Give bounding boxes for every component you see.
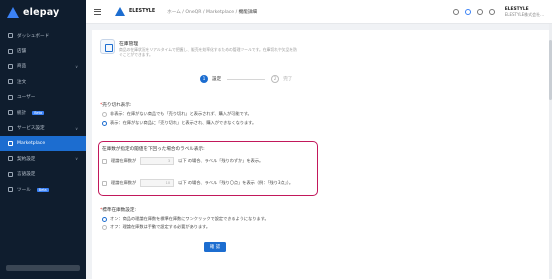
- sidebar-item-orders[interactable]: 注文: [0, 74, 86, 89]
- header-actions: ELESTYLE ELESTYLE株式会社...: [452, 0, 544, 24]
- contract-icon: [8, 156, 13, 162]
- standard-option-off[interactable]: オフ：理論在庫数は手動で設定する必要があります。: [102, 224, 210, 230]
- breadcrumb-marketplace[interactable]: Marketplace: [206, 10, 234, 15]
- chevron-down-icon: ∨: [75, 156, 78, 162]
- sidebar-item-products[interactable]: 商品 ∨: [0, 59, 86, 74]
- store-icon: [8, 48, 13, 54]
- user-company: ELESTYLE株式会社...: [504, 12, 544, 17]
- sidebar-item-label: 言語設定: [17, 172, 36, 178]
- sidebar-item-stats[interactable]: 統計 Beta: [0, 105, 86, 120]
- step-1-label: 設定: [212, 77, 222, 82]
- sidebar-item-label: 統計: [17, 110, 27, 116]
- brand-logo-icon: [115, 7, 125, 16]
- logo[interactable]: elepay: [0, 0, 86, 24]
- clock-icon[interactable]: [452, 9, 459, 15]
- sidebar-item-store[interactable]: 店舗: [0, 43, 86, 58]
- top-header: ELESTYLE ホーム / OneQR / Marketplace / 機能詳…: [86, 0, 552, 24]
- settings-icon: [8, 125, 13, 131]
- app-title: 在庫管理: [119, 42, 139, 47]
- sidebar-item-tools[interactable]: ツール Beta: [0, 182, 86, 197]
- chart-icon: [8, 110, 13, 116]
- sidebar-item-label: 契約設定: [17, 156, 36, 162]
- breadcrumb-oneqr[interactable]: OneQR: [185, 10, 201, 15]
- sidebar: elepay ダッシュボード 店舗 商品 ∨ 注文 ユーザー 統計 Beta サービ…: [0, 0, 86, 279]
- step-indicator: 1 設定 2 完了: [200, 75, 292, 83]
- standard-option-on[interactable]: オン：商品の理論在庫数を標準在庫数にワンクリックで設定できるようになります。: [102, 216, 269, 222]
- sidebar-item-label: 商品: [17, 64, 27, 70]
- sidebar-item-language[interactable]: 言語設定: [0, 167, 86, 182]
- step-1-dot: 1: [200, 75, 208, 83]
- inventory-app-icon: [100, 39, 115, 54]
- breadcrumb-current: 機能詳細: [238, 9, 258, 15]
- sidebar-item-service-settings[interactable]: サービス設定 ∨: [0, 120, 86, 135]
- order-icon: [8, 79, 13, 85]
- standard-stock-label: *標準在庫数設定:: [100, 208, 137, 213]
- chevron-down-icon: ∨: [75, 125, 78, 131]
- user-icon: [8, 94, 13, 100]
- confirm-button[interactable]: 確 認: [204, 242, 226, 252]
- radio-show[interactable]: [102, 120, 107, 126]
- breadcrumb-home[interactable]: ホーム: [167, 10, 181, 15]
- beta-badge: Beta: [32, 110, 45, 115]
- sold-out-option-hide-text: 非表示：在庫がない商品でも「売り切れ」と表示されず、購入が可能です。: [110, 111, 252, 116]
- sidebar-item-label: 店舗: [17, 49, 27, 55]
- user-info[interactable]: ELESTYLE ELESTYLE株式会社...: [505, 7, 544, 17]
- sold-out-label: *売り切れ表示:: [100, 103, 132, 108]
- breadcrumb-separator: /: [235, 9, 238, 15]
- step-2-label: 完了: [283, 77, 293, 82]
- step-2-dot: 2: [271, 75, 280, 83]
- user-avatar-icon[interactable]: [488, 9, 495, 15]
- standard-option-on-text: オン：商品の理論在庫数を標準在庫数にワンクリックで設定できるようになります。: [110, 216, 269, 221]
- logo-mark-icon: [7, 6, 19, 18]
- menu-toggle-icon[interactable]: [94, 8, 101, 15]
- radio-hide[interactable]: [102, 111, 107, 117]
- globe-icon: [8, 171, 13, 177]
- sidebar-item-label: ツール: [17, 187, 31, 193]
- sidebar-item-label: Marketplace: [17, 140, 46, 146]
- sidebar-item-contract[interactable]: 契約設定 ∨: [0, 151, 86, 166]
- breadcrumb-separator: /: [182, 9, 184, 15]
- sidebar-item-label: 注文: [17, 79, 27, 85]
- sold-out-option-hide[interactable]: 非表示：在庫がない商品でも「売り切れ」と表示されず、購入が可能です。: [102, 111, 252, 117]
- beta-badge: Beta: [36, 187, 49, 192]
- product-icon: [8, 63, 13, 69]
- brand-name: ELESTYLE: [129, 9, 156, 14]
- dashboard-icon: [8, 33, 13, 39]
- sidebar-item-dashboard[interactable]: ダッシュボード: [0, 28, 86, 43]
- breadcrumb: ホーム / OneQR / Marketplace / 機能詳細: [167, 9, 257, 15]
- radio-on[interactable]: [102, 216, 107, 222]
- marketplace-icon: [8, 140, 13, 146]
- sidebar-item-label: ユーザー: [17, 95, 36, 101]
- logo-text: elepay: [23, 6, 60, 18]
- help-icon[interactable]: [464, 9, 471, 15]
- sidebar-item-label: サービス設定: [17, 126, 45, 132]
- standard-option-off-text: オフ：理論在庫数は手動で設定する必要があります。: [110, 224, 211, 229]
- radio-off[interactable]: [102, 224, 107, 230]
- highlight-box: [98, 141, 318, 196]
- sold-out-option-show[interactable]: 表示：在庫がない商品に「売り切れ」と表示され、購入ができなくなります。: [102, 120, 256, 126]
- sidebar-scrollbar[interactable]: [6, 265, 80, 271]
- step-connector: [227, 78, 266, 80]
- download-icon[interactable]: [476, 9, 483, 15]
- sold-out-option-show-text: 表示：在庫がない商品に「売り切れ」と表示され、購入ができなくなります。: [110, 120, 257, 125]
- breadcrumb-separator: /: [202, 9, 205, 15]
- sidebar-item-label: ダッシュボード: [17, 33, 50, 39]
- app-description: 商品の在庫状況をリアルタイムで把握し、販売を効率化するための管理ツールです。在庫…: [119, 47, 297, 57]
- tool-icon: [8, 187, 13, 193]
- sidebar-item-users[interactable]: ユーザー: [0, 90, 86, 105]
- chevron-down-icon: ∨: [75, 63, 78, 69]
- sidebar-item-marketplace[interactable]: Marketplace: [0, 135, 86, 152]
